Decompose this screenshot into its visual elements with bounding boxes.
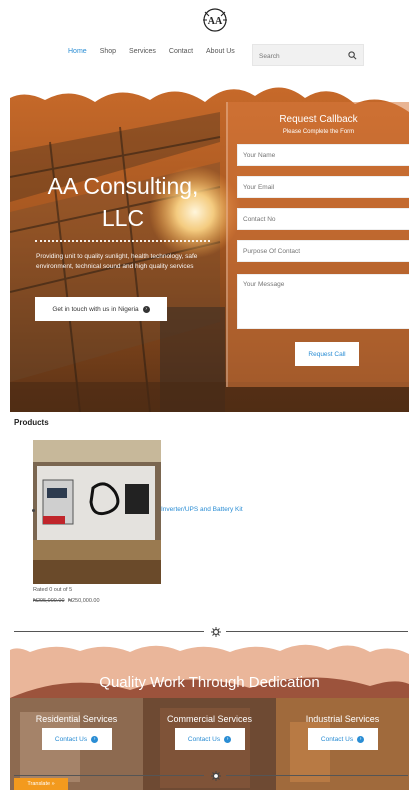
nav-contact[interactable]: Contact (169, 48, 193, 55)
service-label: Industrial Services (305, 714, 380, 724)
product-rating: Rated 0 out of 5 (33, 587, 73, 593)
quality-section: Quality Work Through Dedication Resident… (10, 642, 409, 790)
search-input[interactable] (253, 46, 343, 67)
hero-description: Providing unit to quality sunlight, heal… (36, 253, 198, 270)
product-image[interactable] (33, 440, 161, 584)
hero-section: AA Consulting, LLC Providing unit to qua… (10, 82, 409, 412)
gear-icon (211, 771, 221, 781)
contact-us-label: Contact Us (54, 735, 88, 743)
service-label: Commercial Services (166, 714, 253, 724)
search-icon[interactable] (348, 51, 357, 60)
get-in-touch-label: Get in touch with us in Nigeria (52, 305, 139, 313)
service-label: Residential Services (35, 714, 118, 724)
chevron-right-icon: › (91, 735, 99, 743)
message-field[interactable] (237, 274, 409, 329)
chevron-right-icon: › (224, 735, 232, 743)
purpose-field[interactable] (237, 240, 409, 262)
translate-label: Translate » (27, 781, 55, 787)
logo-text: AA (208, 16, 223, 27)
nav-shop[interactable]: Shop (100, 48, 116, 55)
section-divider (14, 627, 408, 637)
translate-button[interactable]: Translate » (14, 778, 68, 790)
contact-us-label: Contact Us (187, 735, 221, 743)
nav-home[interactable]: Home (68, 48, 87, 55)
site-logo[interactable]: AA (199, 6, 231, 34)
product-link[interactable]: Inverter/UPS and Battery Kit (161, 506, 243, 513)
old-price: ₦295,000.00 (33, 598, 65, 604)
gear-icon (211, 627, 221, 637)
request-call-button[interactable]: Request Call (295, 342, 359, 366)
sale-price: ₦250,000.00 (68, 598, 100, 604)
name-field[interactable] (237, 144, 409, 166)
request-callback-form: Request Callback Please Complete the For… (226, 102, 409, 387)
callback-title: Request Callback (279, 114, 358, 125)
hero-title: AA Consulting, LLC (47, 173, 199, 231)
product-prices: ₦295,000.00 ₦250,000.00 (33, 598, 100, 604)
products-heading: Products (14, 418, 49, 427)
hero-divider (35, 240, 210, 242)
contact-number-field[interactable] (237, 208, 409, 230)
contact-us-button-commercial[interactable]: Contact Us › (174, 728, 245, 750)
main-nav: Home Shop Services Contact About Us (68, 48, 235, 55)
nav-services[interactable]: Services (129, 48, 156, 55)
contact-us-label: Contact Us (320, 735, 354, 743)
chevron-right-icon: › (357, 735, 365, 743)
nav-about-us[interactable]: About Us (206, 48, 235, 55)
quality-heading: Quality Work Through Dedication (99, 674, 320, 691)
search-box (252, 44, 364, 67)
chevron-right-icon: › (142, 305, 150, 313)
list-bullet (32, 509, 35, 512)
section-divider (14, 771, 408, 781)
callback-subtitle: Please Complete the Form (282, 129, 355, 135)
contact-us-button-industrial[interactable]: Contact Us › (307, 728, 378, 750)
email-field[interactable] (237, 176, 409, 198)
contact-us-button-residential[interactable]: Contact Us › (41, 728, 112, 750)
get-in-touch-button[interactable]: Get in touch with us in Nigeria › (35, 297, 167, 321)
